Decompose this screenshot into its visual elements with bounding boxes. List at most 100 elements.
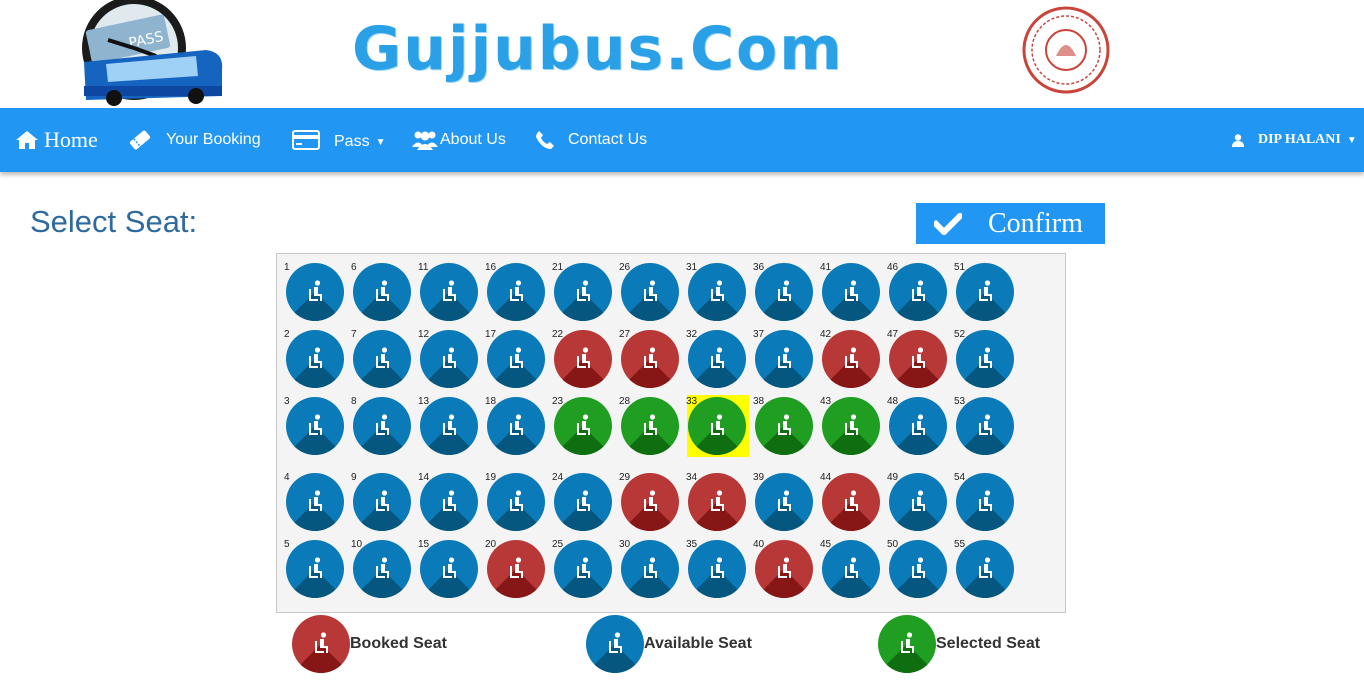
seat-number: 51 xyxy=(954,262,966,273)
seat-number: 38 xyxy=(753,396,765,407)
legend-booked: Booked Seat xyxy=(292,614,447,674)
nav-home[interactable]: Home xyxy=(16,108,98,172)
seat-number: 47 xyxy=(887,329,899,340)
page-title: Select Seat: xyxy=(30,204,198,239)
seat-number: 52 xyxy=(954,329,966,340)
caret-down-icon: ▼ xyxy=(375,136,386,148)
nav-your-booking-label: Your Booking xyxy=(166,131,261,148)
ticket-icon xyxy=(128,129,152,151)
seat-number: 30 xyxy=(619,539,631,550)
legend-selected: Selected Seat xyxy=(878,614,1040,674)
seat-number: 28 xyxy=(619,396,631,407)
phone-icon xyxy=(536,131,554,149)
caret-down-icon: ▼ xyxy=(1346,134,1357,146)
seat-number: 53 xyxy=(954,396,966,407)
user-name: DIP HALANI xyxy=(1258,132,1341,147)
seat-number: 8 xyxy=(351,396,357,407)
seat-number: 2 xyxy=(284,329,290,340)
legend-booked-label: Booked Seat xyxy=(350,635,447,652)
seat-number: 13 xyxy=(418,396,430,407)
emblem-seal-icon xyxy=(1022,6,1110,94)
legend-selected-label: Selected Seat xyxy=(936,635,1041,652)
check-icon xyxy=(934,212,962,235)
seat-number: 23 xyxy=(552,396,564,407)
bus-clock-logo-icon[interactable]: PASS xyxy=(56,0,228,106)
confirm-button[interactable]: Confirm xyxy=(916,203,1105,244)
seat-number: 37 xyxy=(753,329,765,340)
seat-3[interactable] xyxy=(286,397,344,455)
seat-number: 45 xyxy=(820,539,832,550)
legend-available-label: Available Seat xyxy=(644,635,752,652)
seat-number: 34 xyxy=(686,472,698,483)
seat-number: 29 xyxy=(619,472,631,483)
nav-about-us[interactable]: About Us xyxy=(412,108,506,172)
seat-number: 17 xyxy=(485,329,497,340)
seat-number: 24 xyxy=(552,472,564,483)
seat-number: 19 xyxy=(485,472,497,483)
main-navbar: Home Your Booking Pass ▼ About Us Contac… xyxy=(0,108,1364,172)
nav-home-label: Home xyxy=(44,127,98,152)
seat-number: 1 xyxy=(284,262,290,273)
seat-number: 48 xyxy=(887,396,899,407)
seat-1[interactable] xyxy=(286,263,344,321)
seat-number: 43 xyxy=(820,396,832,407)
credit-card-icon xyxy=(292,130,320,150)
booked-seat-icon xyxy=(292,615,350,673)
seat-11[interactable] xyxy=(420,263,478,321)
seat-number: 27 xyxy=(619,329,631,340)
seat-number: 11 xyxy=(418,262,429,273)
selected-seat-icon xyxy=(878,615,936,673)
user-menu-dropdown[interactable]: DIP HALANI ▼ xyxy=(1232,108,1357,172)
seat-number: 18 xyxy=(485,396,497,407)
seat-number: 25 xyxy=(552,539,564,550)
seat-2[interactable] xyxy=(286,330,344,388)
seat-number: 33 xyxy=(686,396,698,407)
seat-8[interactable] xyxy=(353,397,411,455)
seat-number: 26 xyxy=(619,262,631,273)
nav-about-us-label: About Us xyxy=(440,131,506,148)
seat-number: 31 xyxy=(686,262,698,273)
seat-number: 39 xyxy=(753,472,765,483)
seat-number: 21 xyxy=(552,262,564,273)
legend-available: Available Seat xyxy=(586,614,752,674)
seat-number: 55 xyxy=(954,539,966,550)
seat-number: 10 xyxy=(351,539,363,550)
seat-number: 9 xyxy=(351,472,357,483)
seat-map: 1 2 3 4 5 6 7 8 9 10 11 12 13 14 15 16 17 18 19 20 21 22 23 24 2… xyxy=(276,253,1066,613)
seat-number: 12 xyxy=(418,329,430,340)
seat-number: 5 xyxy=(284,539,290,550)
user-icon xyxy=(1232,133,1244,147)
header: PASS Gujjubus.Com xyxy=(0,0,1364,108)
seat-number: 3 xyxy=(284,396,290,407)
seat-number: 22 xyxy=(552,329,564,340)
nav-pass-label: Pass xyxy=(334,133,370,150)
seat-number: 42 xyxy=(820,329,832,340)
seat-4[interactable] xyxy=(286,473,344,531)
seat-5[interactable] xyxy=(286,540,344,598)
seat-number: 36 xyxy=(753,262,765,273)
confirm-button-label: Confirm xyxy=(988,207,1083,239)
seat-number: 40 xyxy=(753,539,765,550)
seat-number: 35 xyxy=(686,539,698,550)
available-seat-icon xyxy=(586,615,644,673)
seat-number: 7 xyxy=(351,329,357,340)
seat-number: 6 xyxy=(351,262,357,273)
seat-number: 44 xyxy=(820,472,832,483)
seat-6[interactable] xyxy=(353,263,411,321)
seat-9[interactable] xyxy=(353,473,411,531)
seat-number: 16 xyxy=(485,262,497,273)
seat-number: 54 xyxy=(954,472,966,483)
home-icon xyxy=(16,131,38,149)
seat-number: 20 xyxy=(485,539,497,550)
seat-number: 50 xyxy=(887,539,899,550)
seat-number: 15 xyxy=(418,539,430,550)
brand-title: Gujjubus.Com xyxy=(352,14,844,84)
nav-your-booking[interactable]: Your Booking xyxy=(128,108,261,172)
nav-contact-us[interactable]: Contact Us xyxy=(536,108,647,172)
seat-7[interactable] xyxy=(353,330,411,388)
nav-pass-dropdown[interactable]: Pass ▼ xyxy=(292,108,385,172)
nav-contact-us-label: Contact Us xyxy=(568,131,648,148)
seat-number: 32 xyxy=(686,329,698,340)
seat-number: 4 xyxy=(284,472,290,483)
seat-number: 46 xyxy=(887,262,899,273)
